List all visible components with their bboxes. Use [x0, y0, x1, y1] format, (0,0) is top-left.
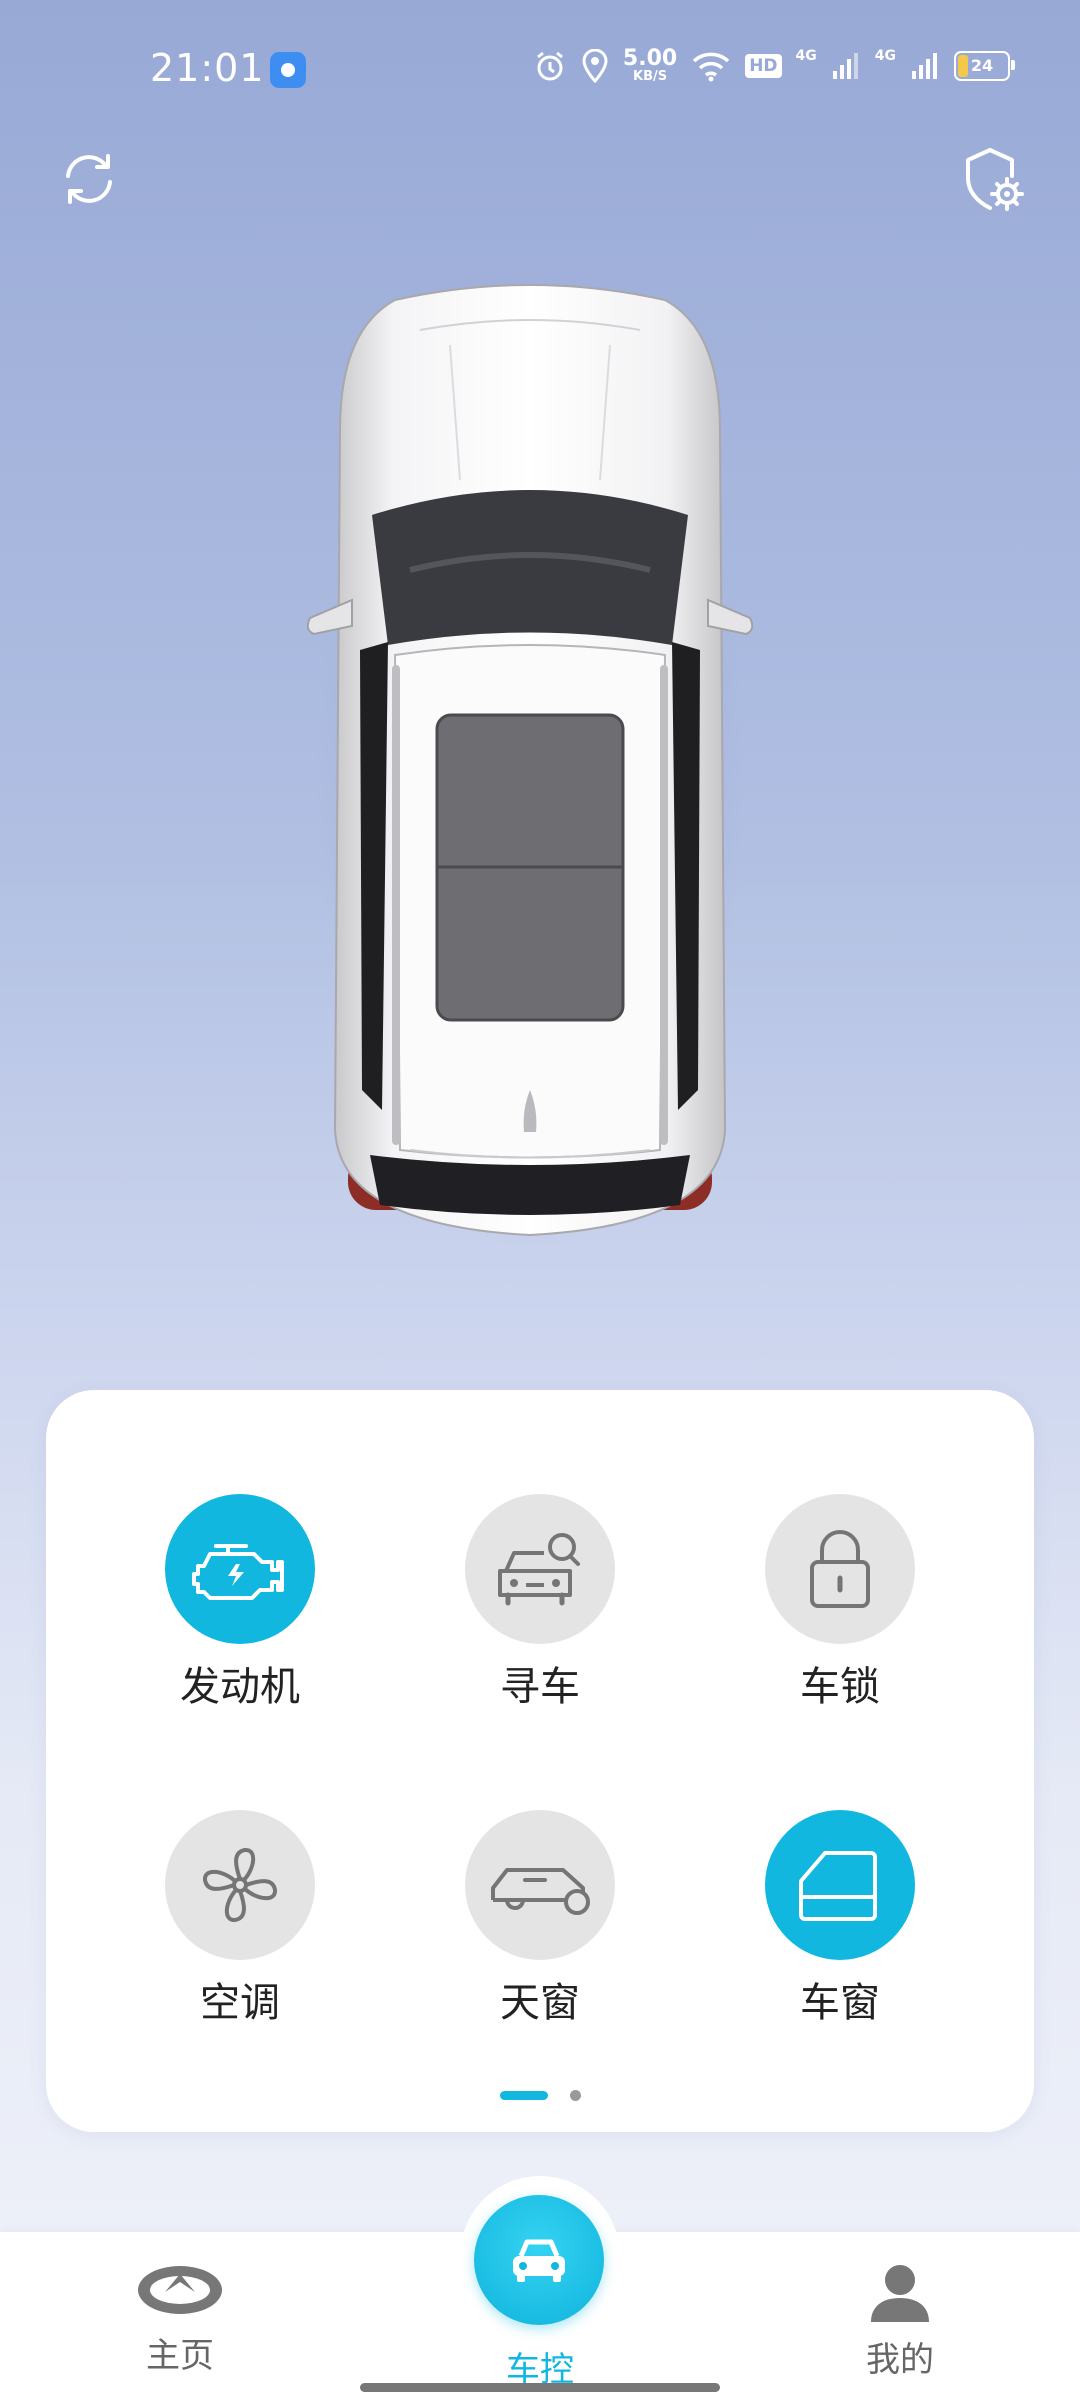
- status-bar: 21:01 5.00 KB/S HD 4G 4G 24: [0, 0, 1080, 140]
- net-speed-value: 5.00: [622, 46, 678, 71]
- window-control[interactable]: 车窗: [730, 1810, 950, 2028]
- sunroof-button[interactable]: [465, 1810, 615, 1960]
- page-dot[interactable]: [569, 2090, 581, 2101]
- nav-mine-label: 我的: [866, 2340, 934, 2380]
- find-car-icon: [498, 1533, 580, 1606]
- car-lock-button[interactable]: [765, 1494, 915, 1644]
- engine-label: 发动机: [180, 1664, 300, 1710]
- find-car-button[interactable]: [465, 1494, 615, 1644]
- alarm-icon: [536, 51, 563, 80]
- signal-icon: [912, 52, 937, 79]
- ac-button[interactable]: [165, 1810, 315, 1960]
- engine-control[interactable]: 发动机: [130, 1494, 350, 1712]
- vehicle-image: [300, 270, 760, 1270]
- battery-level: 24: [970, 56, 994, 75]
- vehicle-control-panel: 发动机 寻车 车锁 空调 天窗 车窗: [46, 1390, 1034, 2132]
- sunroof-label: 天窗: [500, 1980, 580, 2026]
- sunroof-icon: [491, 1868, 590, 1915]
- shield-settings-button[interactable]: [960, 146, 1026, 212]
- status-time: 21:01: [150, 46, 265, 90]
- notification-app-icon: [270, 52, 306, 88]
- car-icon: [513, 2239, 565, 2282]
- battery-icon: 24: [954, 50, 1015, 81]
- net-speed-unit: KB/S: [633, 69, 668, 84]
- network-speed: 5.00 KB/S: [622, 46, 678, 84]
- engine-button[interactable]: [165, 1494, 315, 1644]
- car-lock-control[interactable]: 车锁: [730, 1494, 950, 1712]
- car-lock-label: 车锁: [800, 1664, 880, 1710]
- lock-icon: [810, 1530, 870, 1608]
- ac-label: 空调: [200, 1980, 280, 2026]
- wifi-icon: [692, 52, 730, 81]
- shield-settings-icon: [966, 148, 1024, 211]
- location-icon: [582, 48, 608, 83]
- find-car-label: 寻车: [500, 1664, 580, 1710]
- window-button[interactable]: [765, 1810, 915, 1960]
- signal-type-2: 4G: [874, 48, 896, 64]
- user-icon: [871, 2265, 929, 2322]
- ac-control[interactable]: 空调: [130, 1810, 350, 2028]
- find-car-control[interactable]: 寻车: [430, 1494, 650, 1712]
- window-label: 车窗: [800, 1980, 880, 2026]
- nav-vehicle-control-button[interactable]: [474, 2195, 604, 2325]
- nav-home-label: 主页: [146, 2336, 214, 2376]
- window-icon: [799, 1851, 877, 1921]
- fan-icon: [203, 1848, 277, 1922]
- brand-logo-icon: [138, 2266, 222, 2314]
- page-dot-active[interactable]: [499, 2091, 548, 2100]
- signal-type-1: 4G: [795, 48, 817, 64]
- home-indicator[interactable]: [360, 2383, 720, 2392]
- hd-badge: HD: [745, 53, 782, 78]
- status-icons: 5.00 KB/S HD 4G 4G 24: [533, 46, 1015, 84]
- page-indicator: [46, 2090, 1034, 2101]
- nav-home[interactable]: 主页: [80, 2262, 280, 2377]
- refresh-button[interactable]: [56, 146, 122, 212]
- engine-icon: [192, 1544, 284, 1600]
- signal-icon: [832, 52, 858, 79]
- sunroof-control[interactable]: 天窗: [430, 1810, 650, 2028]
- refresh-icon: [66, 154, 112, 204]
- nav-mine[interactable]: 我的: [800, 2262, 1000, 2381]
